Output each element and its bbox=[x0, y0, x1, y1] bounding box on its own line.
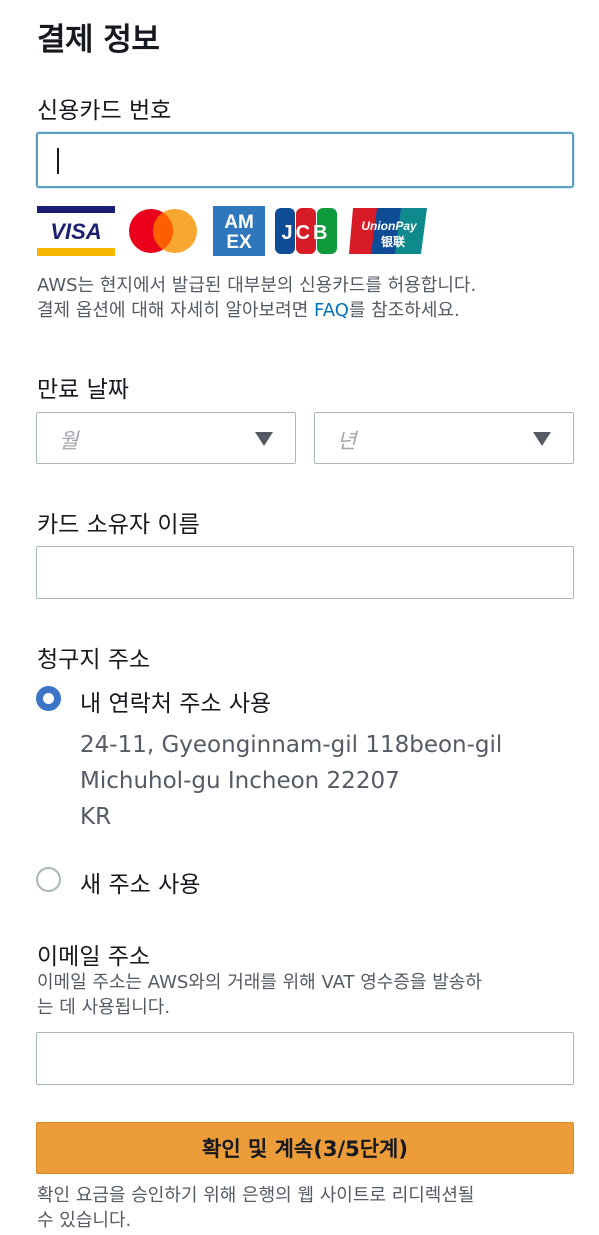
card-help-line1: AWS는 현지에서 발급된 대부분의 신용카드를 허용합니다. bbox=[37, 275, 477, 296]
faq-link[interactable]: FAQ bbox=[314, 300, 349, 321]
redirect-note-line1: 확인 요금을 승인하기 위해 은행의 웹 사이트로 리디렉션될 bbox=[37, 1185, 475, 1206]
card-help-text: AWS는 현지에서 발급된 대부분의 신용카드를 허용합니다. 결제 옵션에 대… bbox=[37, 273, 577, 323]
mastercard-icon bbox=[129, 209, 197, 253]
billing-address-label: 청구지 주소 bbox=[37, 647, 151, 673]
expiry-month-select[interactable]: 월 bbox=[36, 412, 296, 464]
radio-use-contact-address[interactable] bbox=[36, 686, 61, 711]
amex-icon: AM EX bbox=[213, 206, 265, 256]
expiry-year-select[interactable]: 년 bbox=[314, 412, 574, 464]
text-caret bbox=[57, 148, 59, 174]
page-title: 결제 정보 bbox=[37, 22, 160, 58]
svg-text:EX: EX bbox=[226, 232, 252, 253]
email-input[interactable] bbox=[36, 1032, 574, 1085]
svg-text:AM: AM bbox=[224, 212, 254, 233]
svg-text:JCB: JCB bbox=[281, 222, 330, 244]
verify-continue-button[interactable]: 확인 및 계속(3/5단계) bbox=[36, 1122, 574, 1174]
card-number-label: 신용카드 번호 bbox=[37, 98, 172, 124]
email-help-line2: 는 데 사용됩니다. bbox=[37, 997, 171, 1018]
card-number-input[interactable] bbox=[36, 132, 574, 188]
year-placeholder: 년 bbox=[337, 429, 357, 453]
chevron-down-icon bbox=[533, 432, 551, 446]
radio-label-new-address: 새 주소 사용 bbox=[80, 872, 201, 898]
radio-use-new-address[interactable] bbox=[36, 867, 61, 892]
email-label: 이메일 주소 bbox=[37, 944, 151, 970]
svg-text:银联: 银联 bbox=[381, 234, 405, 249]
address-line3: KR bbox=[80, 804, 112, 830]
expiry-date-label: 만료 날짜 bbox=[37, 377, 129, 403]
svg-text:VISA: VISA bbox=[50, 219, 101, 244]
svg-text:UnionPay: UnionPay bbox=[361, 219, 418, 233]
email-help-text: 이메일 주소는 AWS와의 거래를 위해 VAT 영수증을 발송하 는 데 사용… bbox=[37, 970, 577, 1020]
visa-icon: VISA bbox=[37, 206, 115, 256]
chevron-down-icon bbox=[255, 432, 273, 446]
address-line2: Michuhol-gu Incheon 22207 bbox=[80, 768, 400, 794]
redirect-note: 확인 요금을 승인하기 위해 은행의 웹 사이트로 리디렉션될 수 있습니다. bbox=[37, 1183, 577, 1233]
cardholder-name-input[interactable] bbox=[36, 546, 574, 599]
card-help-line2: 결제 옵션에 대해 자세히 알아보려면 FAQ를 참조하세요. bbox=[37, 300, 460, 321]
redirect-note-line2: 수 있습니다. bbox=[37, 1210, 132, 1231]
email-help-line1: 이메일 주소는 AWS와의 거래를 위해 VAT 영수증을 발송하 bbox=[37, 972, 482, 993]
month-placeholder: 월 bbox=[59, 429, 79, 453]
cardholder-name-label: 카드 소유자 이름 bbox=[37, 512, 200, 538]
jcb-icon: JCB bbox=[275, 208, 337, 254]
address-line1: 24-11, Gyeonginnam-gil 118beon-gil bbox=[80, 732, 503, 758]
radio-label-contact-address: 내 연락처 주소 사용 bbox=[80, 691, 272, 717]
contact-address: 24-11, Gyeonginnam-gil 118beon-gil Michu… bbox=[80, 727, 502, 835]
unionpay-icon: UnionPay 银联 bbox=[349, 208, 427, 254]
